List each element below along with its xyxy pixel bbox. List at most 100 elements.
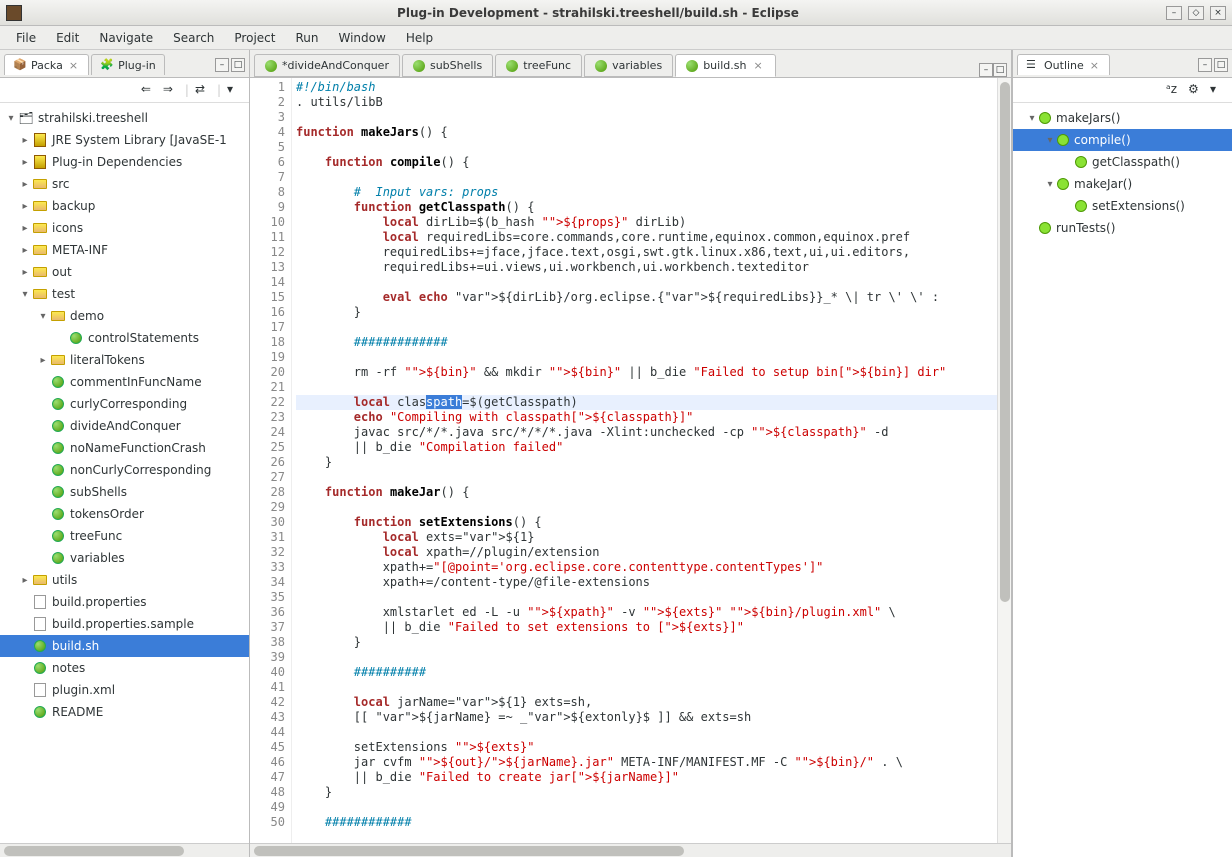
menu-item-edit[interactable]: Edit xyxy=(46,28,89,48)
editor-tab[interactable]: subShells xyxy=(402,54,493,77)
expander-icon[interactable]: ▸ xyxy=(18,157,32,168)
tree-row[interactable]: plugin.xml xyxy=(0,679,249,701)
outline-item[interactable]: setExtensions() xyxy=(1013,195,1232,217)
minimize-button[interactable]: – xyxy=(1166,6,1182,20)
outline-item[interactable]: ▾makeJar() xyxy=(1013,173,1232,195)
tree-row[interactable]: controlStatements xyxy=(0,327,249,349)
code-line[interactable]: function compile() { xyxy=(296,155,997,170)
code-line[interactable] xyxy=(296,320,997,335)
code-line[interactable] xyxy=(296,140,997,155)
expander-icon[interactable]: ▾ xyxy=(1043,135,1057,146)
code-line[interactable]: } xyxy=(296,455,997,470)
code-line[interactable]: function makeJars() { xyxy=(296,125,997,140)
back-icon[interactable]: ⇐ xyxy=(141,82,157,98)
code-line[interactable] xyxy=(296,500,997,515)
menu-item-run[interactable]: Run xyxy=(285,28,328,48)
minimize-view-button[interactable]: – xyxy=(215,58,229,72)
tree-row[interactable]: tokensOrder xyxy=(0,503,249,525)
outline-tab[interactable]: ☰ Outline × xyxy=(1017,54,1110,75)
menu-item-search[interactable]: Search xyxy=(163,28,224,48)
tree-row[interactable]: ▸Plug-in Dependencies xyxy=(0,151,249,173)
outline-item[interactable]: runTests() xyxy=(1013,217,1232,239)
code-line[interactable]: echo "Compiling with classpath[">${class… xyxy=(296,410,997,425)
code-line[interactable]: || b_die "Failed to set extensions to ["… xyxy=(296,620,997,635)
code-line[interactable]: } xyxy=(296,635,997,650)
code-line[interactable]: xmlstarlet ed -L -u "">${xpath}" -v "">$… xyxy=(296,605,997,620)
code-line[interactable]: local xpath=//plugin/extension xyxy=(296,545,997,560)
expander-icon[interactable]: ▾ xyxy=(36,311,50,322)
code-line[interactable]: [[ "var">${jarName} =~ _"var">${extonly}… xyxy=(296,710,997,725)
tree-row[interactable]: variables xyxy=(0,547,249,569)
close-icon[interactable]: × xyxy=(751,59,764,72)
code-line[interactable]: } xyxy=(296,785,997,800)
code-line[interactable]: } xyxy=(296,305,997,320)
tree-row[interactable]: build.sh xyxy=(0,635,249,657)
editor-tab[interactable]: variables xyxy=(584,54,673,77)
outline-item[interactable]: ▾makeJars() xyxy=(1013,107,1232,129)
code-line[interactable]: || b_die "Failed to create jar[">${jarNa… xyxy=(296,770,997,785)
code-line[interactable]: ############# xyxy=(296,335,997,350)
outline-tree[interactable]: ▾makeJars()▾compile()getClasspath()▾make… xyxy=(1013,103,1232,857)
code-line[interactable]: || b_die "Compilation failed" xyxy=(296,440,997,455)
code-line[interactable]: requiredLibs+=jface,jface.text,osgi,swt.… xyxy=(296,245,997,260)
code-line[interactable] xyxy=(296,590,997,605)
code-line[interactable]: rm -rf "">${bin}" && mkdir "">${bin}" ||… xyxy=(296,365,997,380)
expander-icon[interactable]: ▸ xyxy=(18,245,32,256)
view-menu-icon[interactable]: ▾ xyxy=(227,82,243,98)
code-line[interactable] xyxy=(296,110,997,125)
package-explorer-tab[interactable]: 📦 Packa × xyxy=(4,54,89,75)
plugin-tab[interactable]: 🧩 Plug-in xyxy=(91,54,165,75)
package-explorer-tree[interactable]: ▾ 🗂 strahilski.treeshell ▸JRE System Lib… xyxy=(0,103,249,843)
view-menu-icon[interactable]: ▾ xyxy=(1210,82,1226,98)
expander-icon[interactable]: ▸ xyxy=(18,135,32,146)
tree-row[interactable]: ▸literalTokens xyxy=(0,349,249,371)
link-editor-icon[interactable]: ⇄ xyxy=(195,82,211,98)
expander-icon[interactable]: ▸ xyxy=(36,355,50,366)
code-line[interactable]: local dirLib=$(b_hash "">${props}" dirLi… xyxy=(296,215,997,230)
minimize-view-button[interactable]: – xyxy=(1198,58,1212,72)
outline-item[interactable]: getClasspath() xyxy=(1013,151,1232,173)
editor-scrollbar-vertical[interactable] xyxy=(997,78,1011,843)
code-line[interactable] xyxy=(296,380,997,395)
tree-row[interactable]: ▸backup xyxy=(0,195,249,217)
expander-icon[interactable]: ▸ xyxy=(18,575,32,586)
maximize-editor-button[interactable]: □ xyxy=(993,63,1007,77)
expander-icon[interactable]: ▸ xyxy=(18,201,32,212)
code-line[interactable]: function getClasspath() { xyxy=(296,200,997,215)
code-area[interactable]: #!/bin/bash. utils/libBfunction makeJars… xyxy=(292,78,997,843)
code-line[interactable] xyxy=(296,275,997,290)
menu-item-window[interactable]: Window xyxy=(328,28,395,48)
code-line[interactable]: function setExtensions() { xyxy=(296,515,997,530)
menu-item-help[interactable]: Help xyxy=(396,28,443,48)
tree-row[interactable]: ▸META-INF xyxy=(0,239,249,261)
code-line[interactable] xyxy=(296,680,997,695)
expander-icon[interactable]: ▾ xyxy=(1043,179,1057,190)
sort-icon[interactable]: ᵃz xyxy=(1166,82,1182,98)
code-line[interactable]: eval echo "var">${dirLib}/org.eclipse.{"… xyxy=(296,290,997,305)
editor-tab[interactable]: *divideAndConquer xyxy=(254,54,400,77)
code-line[interactable]: jar cvfm "">${out}/">${jarName}.jar" MET… xyxy=(296,755,997,770)
code-line[interactable] xyxy=(296,470,997,485)
tree-row[interactable]: commentInFuncName xyxy=(0,371,249,393)
tree-row[interactable]: build.properties xyxy=(0,591,249,613)
expander-icon[interactable]: ▸ xyxy=(18,223,32,234)
code-line[interactable]: . utils/libB xyxy=(296,95,997,110)
tree-row[interactable]: ▸utils xyxy=(0,569,249,591)
code-line[interactable]: local exts="var">${1} xyxy=(296,530,997,545)
maximize-view-button[interactable]: □ xyxy=(231,58,245,72)
close-button[interactable]: × xyxy=(1210,6,1226,20)
filter-icon[interactable]: ⚙ xyxy=(1188,82,1204,98)
menu-item-project[interactable]: Project xyxy=(224,28,285,48)
code-line[interactable]: function makeJar() { xyxy=(296,485,997,500)
project-root[interactable]: ▾ 🗂 strahilski.treeshell xyxy=(0,107,249,129)
tree-row[interactable]: treeFunc xyxy=(0,525,249,547)
tree-row[interactable]: ▸out xyxy=(0,261,249,283)
code-line[interactable] xyxy=(296,650,997,665)
code-line[interactable]: javac src/*/*.java src/*/*/*.java -Xlint… xyxy=(296,425,997,440)
code-line[interactable]: # Input vars: props xyxy=(296,185,997,200)
editor-scrollbar-horizontal[interactable] xyxy=(250,843,1011,857)
code-line[interactable] xyxy=(296,800,997,815)
code-line[interactable]: ########## xyxy=(296,665,997,680)
tree-row[interactable]: README xyxy=(0,701,249,723)
expander-icon[interactable]: ▾ xyxy=(4,113,18,124)
